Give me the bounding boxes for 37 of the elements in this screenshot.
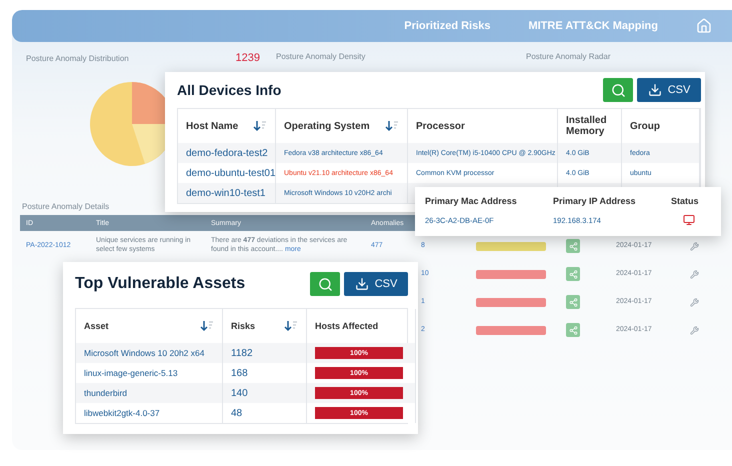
share-icon: [566, 295, 580, 309]
download-icon: [648, 83, 662, 97]
search-icon: [610, 82, 626, 98]
card-title: All Devices Info: [177, 82, 282, 98]
host-name-link[interactable]: demo-win10-test1: [178, 183, 276, 203]
panel-title: Posture Anomaly Radar: [526, 52, 612, 61]
download-icon: [354, 277, 369, 291]
share-icon: [566, 267, 580, 281]
wrench-icon[interactable]: [690, 270, 699, 278]
wrench-icon[interactable]: [690, 242, 699, 250]
home-icon[interactable]: [696, 18, 712, 34]
share-icon: [566, 323, 580, 337]
card-title: Top Vulnerable Assets: [75, 275, 246, 293]
table-cell: 140: [223, 383, 307, 403]
section-title: Posture Anomaly Details: [21, 202, 110, 213]
column-header: Status: [671, 196, 700, 206]
column-header: Primary IP Address: [553, 196, 637, 206]
wrench-icon[interactable]: [690, 298, 699, 306]
sort-icon[interactable]: [253, 120, 267, 132]
share-icon: [566, 239, 580, 253]
panel-title: Posture Anomaly Density: [276, 52, 366, 61]
anomaly-count: 1239: [236, 52, 260, 64]
table-cell: 1182: [223, 343, 307, 363]
asset-link[interactable]: Microsoft Windows 10 20h2 x64: [76, 343, 223, 363]
sort-icon[interactable]: [284, 320, 298, 332]
sort-icon[interactable]: [385, 120, 399, 132]
host-name-link[interactable]: demo-fedora-test2: [178, 143, 276, 163]
csv-button[interactable]: CSV: [637, 78, 701, 102]
search-button[interactable]: [603, 78, 633, 102]
search-icon: [318, 276, 332, 292]
asset-link[interactable]: thunderbird: [76, 383, 223, 403]
search-button[interactable]: [310, 272, 340, 296]
panel-title: Posture Anomaly Distribution: [26, 54, 130, 62]
sort-icon[interactable]: [200, 320, 214, 332]
wrench-icon[interactable]: [690, 326, 699, 334]
csv-button[interactable]: CSV: [344, 272, 408, 296]
column-header: Primary Mac Address: [425, 196, 518, 206]
